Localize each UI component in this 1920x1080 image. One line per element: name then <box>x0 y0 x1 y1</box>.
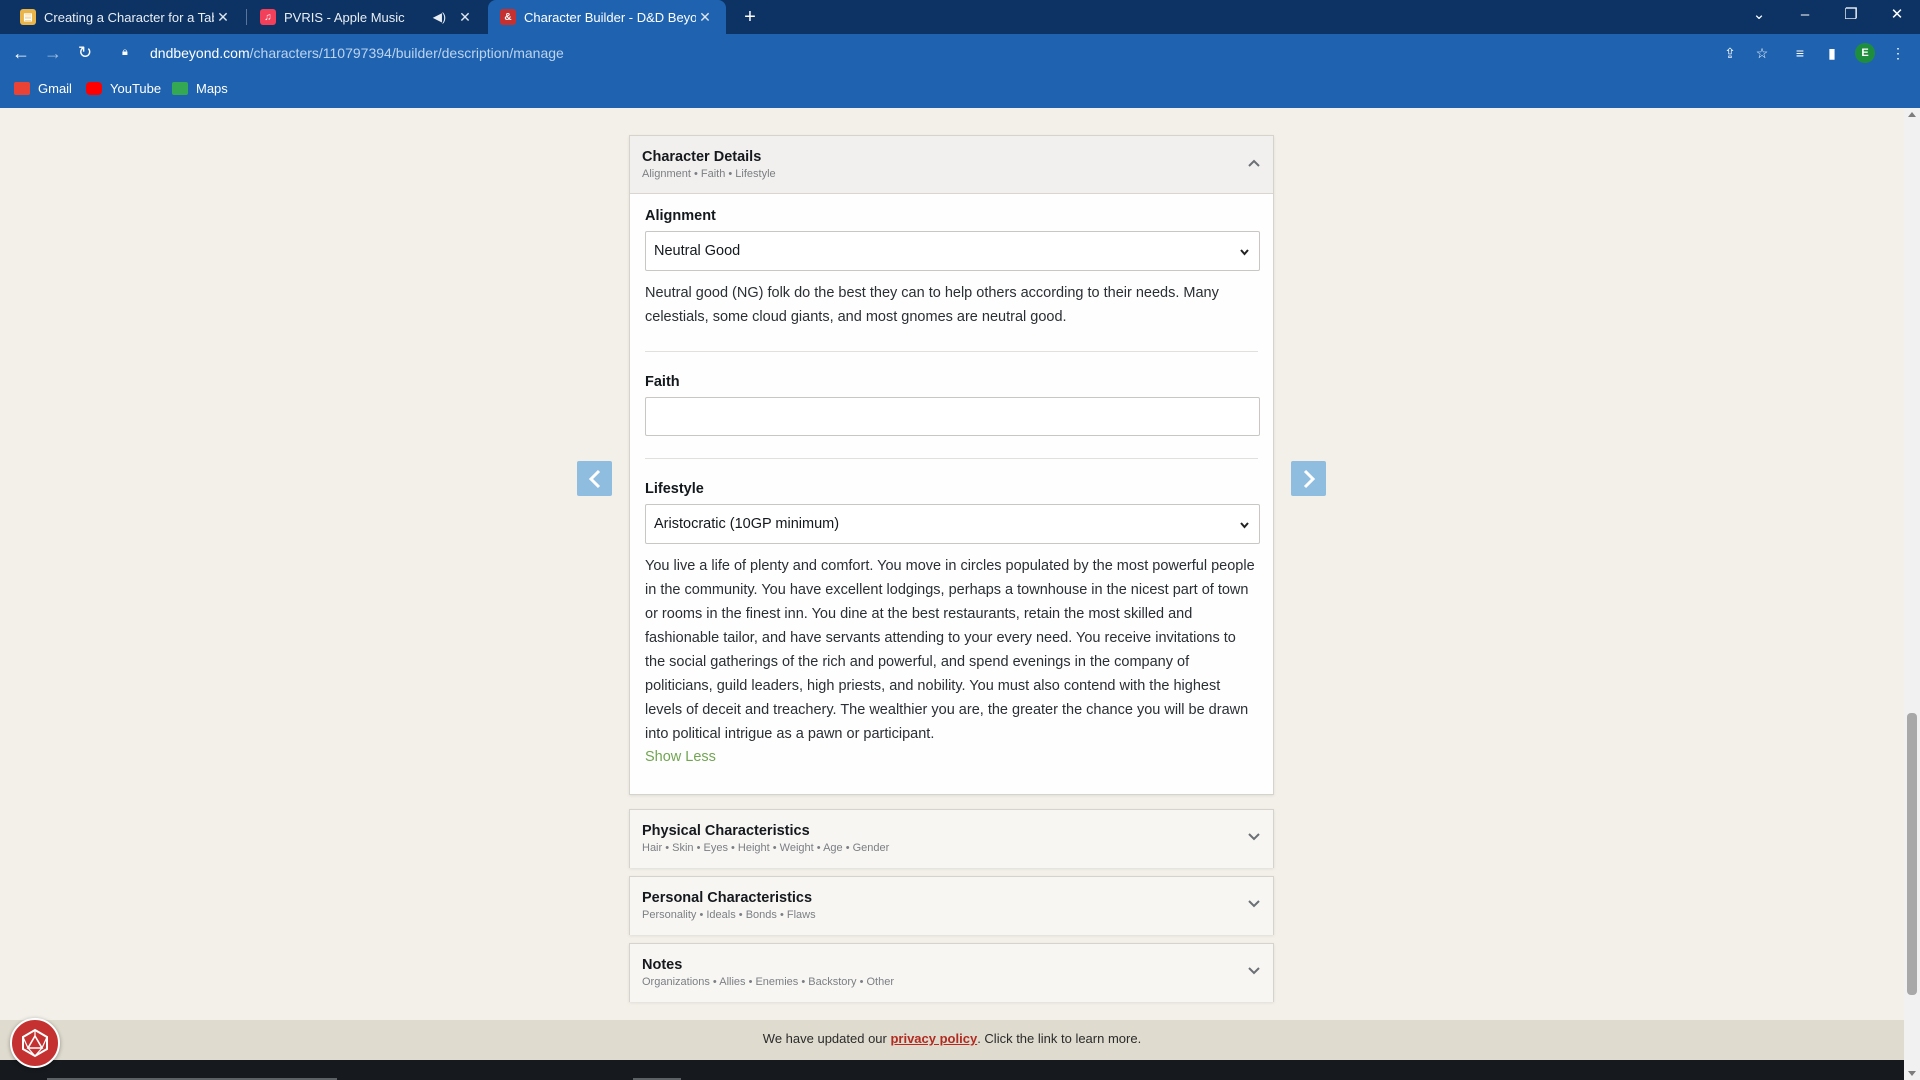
privacy-policy-link[interactable]: privacy policy <box>890 1031 977 1046</box>
chevron-right-icon <box>1303 469 1315 488</box>
share-icon[interactable]: ⇪ <box>1720 43 1740 63</box>
bookmark-maps[interactable]: Maps <box>172 81 228 96</box>
alignment-selected-value: Neutral Good <box>654 243 741 259</box>
browser-toolbar: ← → ↻ 🔒︎ dndbeyond.com/characters/110797… <box>0 34 1920 72</box>
tab-creating-character[interactable]: ▤ Creating a Character for a Table ✕ <box>8 0 244 34</box>
more-menu-icon[interactable]: ⋮ <box>1888 43 1908 63</box>
chevron-left-icon <box>588 469 600 488</box>
notes-header[interactable]: Notes Organizations • Allies • Enemies •… <box>630 944 1273 1002</box>
next-step-button[interactable] <box>1291 461 1326 496</box>
dndbeyond-favicon-icon: & <box>500 9 516 25</box>
chevron-down-icon[interactable] <box>1247 830 1261 844</box>
url-text: dndbeyond.com/characters/110797394/build… <box>150 45 564 61</box>
panel-title: Personal Characteristics <box>642 890 813 906</box>
personal-characteristics-panel[interactable]: Personal Characteristics Personality • I… <box>629 876 1274 935</box>
bottom-strip <box>0 1060 1904 1080</box>
music-favicon-icon: ♫ <box>260 9 276 25</box>
chevron-down-icon <box>1240 249 1249 256</box>
physical-characteristics-panel[interactable]: Physical Characteristics Hair • Skin • E… <box>629 809 1274 868</box>
tab-search-chevron-icon[interactable]: ⌄ <box>1736 0 1782 30</box>
show-less-link[interactable]: Show Less <box>645 749 716 765</box>
bookmark-youtube[interactable]: YouTube <box>86 81 161 96</box>
media-controls-icon[interactable]: ≡ <box>1790 43 1810 63</box>
address-bar[interactable]: 🔒︎ dndbeyond.com/characters/110797394/bu… <box>108 38 1748 68</box>
panel-subtitle: Organizations • Allies • Enemies • Backs… <box>642 976 895 988</box>
close-tab-icon[interactable]: ✕ <box>214 9 232 26</box>
chevron-down-icon[interactable] <box>1247 897 1261 911</box>
minimize-icon[interactable]: – <box>1782 0 1828 30</box>
tab-separator <box>246 9 247 25</box>
d20-icon <box>22 1028 48 1058</box>
panel-title: Physical Characteristics <box>642 823 810 839</box>
reload-icon[interactable]: ↻ <box>73 41 97 65</box>
dndbeyond-logo-button[interactable] <box>10 1018 60 1068</box>
restore-icon[interactable]: ❐ <box>1828 0 1874 30</box>
profile-avatar[interactable]: E <box>1855 43 1875 63</box>
panel-title: Character Details <box>642 149 762 165</box>
tab-strip: ▤ Creating a Character for a Table ✕ ♫ P… <box>0 0 1920 34</box>
panel-title: Notes <box>642 957 683 973</box>
scrollbar-thumb[interactable] <box>1907 713 1917 995</box>
scroll-down-arrow-icon[interactable] <box>1908 1071 1916 1076</box>
previous-step-button[interactable] <box>577 461 612 496</box>
alignment-description: Neutral good (NG) folk do the best they … <box>645 285 1219 325</box>
maps-icon <box>172 82 188 95</box>
character-details-body: Alignment Neutral Good Neutral good (NG)… <box>630 194 1273 766</box>
side-panel-icon[interactable]: ▮ <box>1822 43 1842 63</box>
bookmark-star-icon[interactable]: ☆ <box>1752 43 1772 63</box>
chevron-down-icon <box>1240 522 1249 529</box>
tab-character-builder[interactable]: & Character Builder - D&D Beyond ✕ <box>488 0 726 34</box>
character-details-panel: Character Details Alignment • Faith • Li… <box>629 135 1274 795</box>
gmail-icon <box>14 82 30 95</box>
forward-arrow-icon[interactable]: → <box>41 41 65 65</box>
divider <box>645 351 1258 352</box>
panel-subtitle: Personality • Ideals • Bonds • Flaws <box>642 909 816 921</box>
lifestyle-description: You live a life of plenty and comfort. Y… <box>645 558 1255 742</box>
speaker-icon[interactable]: ◀) <box>433 10 446 24</box>
lifestyle-label: Lifestyle <box>645 481 704 497</box>
tab-apple-music[interactable]: ♫ PVRIS - Apple Music ◀) ✕ <box>248 0 486 34</box>
lock-icon[interactable]: 🔒︎ <box>122 46 136 60</box>
faith-label: Faith <box>645 374 680 390</box>
close-window-icon[interactable]: ✕ <box>1874 0 1920 30</box>
youtube-icon <box>86 82 102 95</box>
alignment-select[interactable]: Neutral Good <box>645 231 1260 271</box>
bookmarks-bar: Gmail YouTube Maps <box>0 72 1920 108</box>
bookmark-gmail[interactable]: Gmail <box>14 81 72 96</box>
page-content: Character Details Alignment • Faith • Li… <box>0 108 1904 1020</box>
back-arrow-icon[interactable]: ← <box>9 41 33 65</box>
notes-panel[interactable]: Notes Organizations • Allies • Enemies •… <box>629 943 1274 1002</box>
privacy-notice-bar: We have updated our privacy policy. Clic… <box>0 1020 1904 1060</box>
book-favicon-icon: ▤ <box>20 9 36 25</box>
faith-input[interactable] <box>645 397 1260 436</box>
close-tab-icon[interactable]: ✕ <box>696 9 714 26</box>
scroll-up-arrow-icon[interactable] <box>1908 112 1916 117</box>
lifestyle-select[interactable]: Aristocratic (10GP minimum) <box>645 504 1260 544</box>
panel-subtitle: Hair • Skin • Eyes • Height • Weight • A… <box>642 842 890 854</box>
close-tab-icon[interactable]: ✕ <box>456 9 474 26</box>
lifestyle-selected-value: Aristocratic (10GP minimum) <box>654 516 840 532</box>
panel-subtitle: Alignment • Faith • Lifestyle <box>642 168 776 180</box>
personal-characteristics-header[interactable]: Personal Characteristics Personality • I… <box>630 877 1273 935</box>
physical-characteristics-header[interactable]: Physical Characteristics Hair • Skin • E… <box>630 810 1273 868</box>
page-scrollbar[interactable] <box>1904 108 1920 1080</box>
chevron-down-icon[interactable] <box>1247 964 1261 978</box>
divider <box>645 458 1258 459</box>
character-details-header[interactable]: Character Details Alignment • Faith • Li… <box>630 136 1273 194</box>
alignment-label: Alignment <box>645 208 716 224</box>
new-tab-plus-icon[interactable]: + <box>738 5 762 29</box>
chevron-up-icon[interactable] <box>1247 156 1261 170</box>
